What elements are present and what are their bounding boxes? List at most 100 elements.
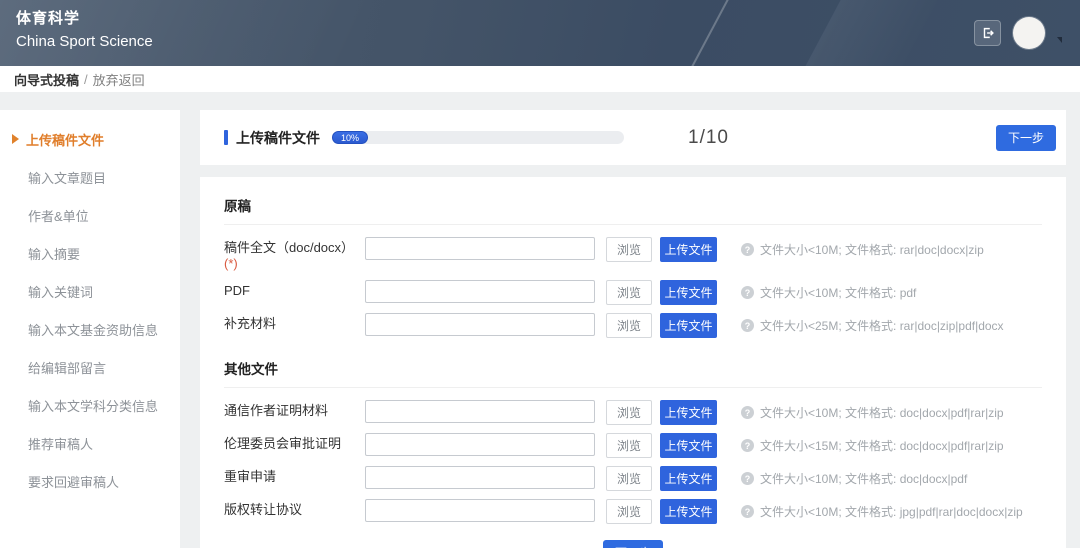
upload-file-button[interactable]: 上传文件: [660, 466, 717, 491]
breadcrumb-separator: /: [84, 72, 88, 87]
info-icon: ?: [741, 472, 754, 485]
sidebar-item-label: 输入本文学科分类信息: [28, 396, 158, 415]
logout-icon: [981, 26, 995, 40]
dropdown-caret-icon[interactable]: [1057, 37, 1062, 43]
user-avatar[interactable]: [1013, 17, 1045, 49]
app-title-en: China Sport Science: [16, 30, 153, 54]
breadcrumb: 向导式投稿 / 放弃返回: [0, 66, 1080, 92]
breadcrumb-abandon-link[interactable]: 放弃返回: [93, 70, 145, 89]
file-row-copyright-transfer: 版权转让协议 浏览 上传文件 ? 文件大小<10M; 文件格式: jpg|pdf…: [224, 499, 1042, 524]
sidebar-item-label: 推荐审稿人: [28, 434, 93, 453]
sidebar-item-excluded-reviewers[interactable]: 要求回避审稿人: [0, 462, 180, 500]
pdf-file-input[interactable]: [365, 280, 595, 303]
sidebar-item-article-title[interactable]: 输入文章题目: [0, 158, 180, 196]
file-row-fulltext: 稿件全文（doc/docx） (*) 浏览 上传文件 ? 文件大小<10M; 文…: [224, 237, 1042, 272]
group-title-original-manuscript: 原稿: [224, 183, 1042, 225]
sidebar-item-funding-info[interactable]: 输入本文基金资助信息: [0, 310, 180, 348]
sidebar-item-label: 作者&单位: [28, 206, 89, 225]
file-hint: ? 文件大小<10M; 文件格式: pdf: [741, 280, 916, 301]
file-hint: ? 文件大小<10M; 文件格式: rar|doc|docx|zip: [741, 237, 984, 258]
re-review-application-input[interactable]: [365, 466, 595, 489]
group-rows-original: 稿件全文（doc/docx） (*) 浏览 上传文件 ? 文件大小<10M; 文…: [224, 225, 1042, 338]
header-actions: [974, 0, 1062, 66]
ethics-approval-input[interactable]: [365, 433, 595, 456]
file-label-text: 伦理委员会审批证明: [224, 436, 341, 451]
sidebar-item-keywords[interactable]: 输入关键词: [0, 272, 180, 310]
browse-button[interactable]: 浏览: [606, 313, 652, 338]
file-label-text: PDF: [224, 283, 250, 298]
progress-bar: 10%: [332, 131, 624, 144]
info-icon: ?: [741, 243, 754, 256]
fulltext-file-input[interactable]: [365, 237, 595, 260]
file-hint-text: 文件大小<10M; 文件格式: doc|docx|pdf: [760, 470, 967, 487]
sidebar-item-label: 上传稿件文件: [26, 130, 104, 149]
file-hint-text: 文件大小<25M; 文件格式: rar|doc|zip|pdf|docx: [760, 317, 1004, 334]
file-label: 补充材料: [224, 313, 365, 332]
file-row-pdf: PDF 浏览 上传文件 ? 文件大小<10M; 文件格式: pdf: [224, 280, 1042, 305]
file-label-text: 重审申请: [224, 469, 276, 484]
upload-file-button[interactable]: 上传文件: [660, 313, 717, 338]
next-step-button-bottom[interactable]: 下一步: [603, 540, 663, 548]
info-icon: ?: [741, 406, 754, 419]
file-label: 重审申请: [224, 466, 365, 485]
file-row-supplementary: 补充材料 浏览 上传文件 ? 文件大小<25M; 文件格式: rar|doc|z…: [224, 313, 1042, 338]
required-mark: (*): [224, 256, 365, 272]
corresponding-author-proof-input[interactable]: [365, 400, 595, 423]
file-label: 稿件全文（doc/docx） (*): [224, 237, 365, 272]
browse-button[interactable]: 浏览: [606, 499, 652, 524]
copyright-transfer-input[interactable]: [365, 499, 595, 522]
upload-file-button[interactable]: 上传文件: [660, 499, 717, 524]
info-icon: ?: [741, 319, 754, 332]
sidebar-item-abstract[interactable]: 输入摘要: [0, 234, 180, 272]
next-step-button-top[interactable]: 下一步: [996, 125, 1056, 151]
file-label: 版权转让协议: [224, 499, 365, 518]
upload-file-button[interactable]: 上传文件: [660, 433, 717, 458]
file-hint: ? 文件大小<10M; 文件格式: doc|docx|pdf: [741, 466, 967, 487]
file-hint-text: 文件大小<15M; 文件格式: doc|docx|pdf|rar|zip: [760, 437, 1004, 454]
sidebar-item-upload-files[interactable]: 上传稿件文件: [0, 120, 180, 158]
file-label: 通信作者证明材料: [224, 400, 365, 419]
supplementary-file-input[interactable]: [365, 313, 595, 336]
file-hint: ? 文件大小<10M; 文件格式: doc|docx|pdf|rar|zip: [741, 400, 1004, 421]
sidebar-item-label: 给编辑部留言: [28, 358, 106, 377]
info-icon: ?: [741, 439, 754, 452]
progress-header-card: 上传稿件文件 10% 1/10 下一步: [200, 110, 1066, 165]
upload-file-button[interactable]: 上传文件: [660, 280, 717, 305]
upload-file-button[interactable]: 上传文件: [660, 400, 717, 425]
brand: 体育科学 China Sport Science: [16, 8, 153, 54]
breadcrumb-current: 向导式投稿: [14, 70, 79, 89]
file-label-text: 稿件全文（doc/docx）: [224, 240, 354, 255]
browse-button[interactable]: 浏览: [606, 433, 652, 458]
page-body: 上传稿件文件 输入文章题目 作者&单位 输入摘要 输入关键词 输入本文基金资助信…: [0, 92, 1080, 548]
steps-sidebar: 上传稿件文件 输入文章题目 作者&单位 输入摘要 输入关键词 输入本文基金资助信…: [0, 110, 180, 548]
file-label-text: 补充材料: [224, 316, 276, 331]
sidebar-item-recommend-reviewers[interactable]: 推荐审稿人: [0, 424, 180, 462]
app-title-zh: 体育科学: [16, 8, 153, 30]
sidebar-item-editor-message[interactable]: 给编辑部留言: [0, 348, 180, 386]
sidebar-item-subject-classification[interactable]: 输入本文学科分类信息: [0, 386, 180, 424]
browse-button[interactable]: 浏览: [606, 466, 652, 491]
file-hint-text: 文件大小<10M; 文件格式: pdf: [760, 284, 916, 301]
page-title: 上传稿件文件: [236, 128, 320, 148]
file-label: PDF: [224, 280, 365, 299]
file-hint: ? 文件大小<10M; 文件格式: jpg|pdf|rar|doc|docx|z…: [741, 499, 1023, 520]
progress-fill: 10%: [332, 131, 368, 144]
group-title-other-files: 其他文件: [224, 346, 1042, 388]
browse-button[interactable]: 浏览: [606, 400, 652, 425]
browse-button[interactable]: 浏览: [606, 280, 652, 305]
file-hint-text: 文件大小<10M; 文件格式: rar|doc|docx|zip: [760, 241, 984, 258]
upload-file-button[interactable]: 上传文件: [660, 237, 717, 262]
app-header: 体育科学 China Sport Science: [0, 0, 1080, 66]
sidebar-item-authors-affiliations[interactable]: 作者&单位: [0, 196, 180, 234]
browse-button[interactable]: 浏览: [606, 237, 652, 262]
sidebar-item-label: 要求回避审稿人: [28, 472, 119, 491]
info-icon: ?: [741, 286, 754, 299]
file-row-ethics-approval: 伦理委员会审批证明 浏览 上传文件 ? 文件大小<15M; 文件格式: doc|…: [224, 433, 1042, 458]
file-row-re-review-application: 重审申请 浏览 上传文件 ? 文件大小<10M; 文件格式: doc|docx|…: [224, 466, 1042, 491]
logout-button[interactable]: [974, 20, 1001, 46]
sidebar-item-label: 输入摘要: [28, 244, 80, 263]
file-row-corresponding-author-proof: 通信作者证明材料 浏览 上传文件 ? 文件大小<10M; 文件格式: doc|d…: [224, 400, 1042, 425]
file-hint-text: 文件大小<10M; 文件格式: jpg|pdf|rar|doc|docx|zip: [760, 503, 1023, 520]
file-label-text: 通信作者证明材料: [224, 403, 328, 418]
file-label-text: 版权转让协议: [224, 502, 302, 517]
